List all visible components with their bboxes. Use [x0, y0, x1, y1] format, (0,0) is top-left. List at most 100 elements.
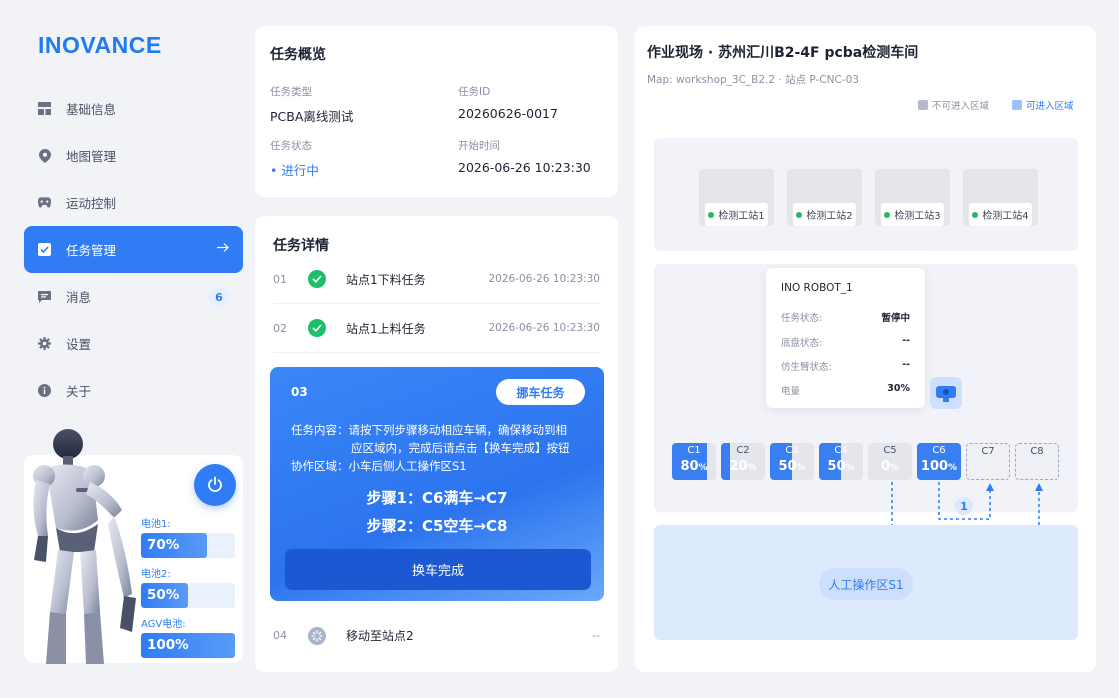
battery-value: 50%	[147, 587, 180, 603]
task-content-line: 任务内容：请按下列步骤移动相应车辆，确保移动到相	[291, 423, 567, 437]
unread-badge: 6	[209, 287, 229, 307]
active-step-card: 03 挪车任务 任务内容：请按下列步骤移动相应车辆，确保移动到相 应区域内，完成…	[270, 367, 604, 601]
cart-slot-c7[interactable]: C7	[966, 443, 1010, 480]
task-start-value: 2026-06-26 10:23:30	[458, 160, 591, 175]
sidebar-item-settings[interactable]: 设置	[24, 320, 243, 367]
sidebar-item-messages[interactable]: 消息 6	[24, 273, 243, 320]
step-time: --	[592, 629, 600, 642]
sidebar-item-label: 消息	[66, 290, 92, 305]
sidebar-item-basic-info[interactable]: 基础信息	[24, 85, 243, 132]
cart-slot-c4[interactable]: C4 50%	[819, 443, 863, 480]
location-pin-icon	[38, 148, 51, 163]
battery-1: 电池1: 70%	[141, 515, 235, 558]
sidebar-nav: 基础信息 地图管理 运动控制 任务管理 消息 6 设置 关于	[24, 85, 243, 414]
slot-percent: 50%	[778, 459, 806, 474]
step-number: 02	[273, 321, 287, 335]
sidebar-item-about[interactable]: 关于	[24, 367, 243, 414]
info-icon	[38, 384, 51, 397]
task-type: 任务类型 PCBA离线测试	[270, 84, 353, 125]
task-id: 任务ID 20260626-0017	[458, 84, 558, 121]
slot-name: C1	[687, 445, 701, 456]
battery-agv: AGV电池: 100%	[141, 615, 235, 658]
swap-complete-button[interactable]: 换车完成	[285, 549, 591, 590]
move-car-task-tag[interactable]: 挪车任务	[496, 379, 585, 405]
slot-name: C3	[785, 445, 799, 456]
task-status-value: • 进行中	[270, 163, 319, 178]
task-start-label: 开始时间	[458, 140, 500, 152]
slot-name: C6	[932, 445, 946, 456]
power-button[interactable]	[194, 464, 236, 506]
slot-percent: 100%	[920, 459, 958, 474]
cart-slot-c1[interactable]: C1 80%	[672, 443, 716, 480]
cart-slot-c8[interactable]: C8	[1015, 443, 1059, 480]
cart-slot-c6[interactable]: C6 100%	[917, 443, 961, 480]
workshop-map-card: 作业现场 · 苏州汇川B2-4F pcba检测车间 Map: workshop_…	[635, 26, 1096, 672]
power-icon	[208, 476, 222, 492]
task-type-value: PCBA离线测试	[270, 109, 354, 124]
slot-percent: 50%	[827, 459, 855, 474]
slot-name: C4	[834, 445, 848, 456]
step-time: 2026-06-26 10:23:30	[488, 322, 600, 334]
cart-slot-c3[interactable]: C3 50%	[770, 443, 814, 480]
cart-slot-c5[interactable]: C5 0%	[868, 443, 912, 480]
slot-name: C5	[883, 445, 897, 456]
battery-bar: 50%	[141, 583, 235, 608]
battery-value: 100%	[147, 637, 189, 653]
gear-icon	[38, 337, 51, 350]
battery-label: 电池2:	[141, 569, 171, 580]
task-step-row[interactable]: 04 移动至站点2 --	[273, 611, 600, 660]
manual-area-label[interactable]: 人工操作区S1	[819, 568, 913, 600]
sidebar-item-label: 运动控制	[66, 196, 117, 211]
battery-2: 电池2: 50%	[141, 565, 235, 608]
step-name: 站点1上料任务	[346, 321, 426, 336]
task-detail-title: 任务详情	[273, 238, 329, 254]
slot-percent: 20%	[729, 459, 757, 474]
sidebar-item-map[interactable]: 地图管理	[24, 132, 243, 179]
step-name: 移动至站点2	[346, 629, 414, 643]
task-step-row[interactable]: 02 站点1上料任务 2026-06-26 10:23:30	[273, 304, 600, 353]
sidebar-item-label: 设置	[66, 337, 92, 352]
task-id-value: 20260626-0017	[458, 106, 558, 121]
task-content-line: 应区域内，完成后请点击【换车完成】按钮	[351, 441, 570, 455]
check-circle-icon	[308, 270, 326, 288]
task-id-label: 任务ID	[458, 86, 491, 98]
slot-name: C8	[1030, 446, 1044, 457]
step-instruction-1: 步骤1：C6满车→C7	[366, 489, 508, 507]
battery-label: AGV电池:	[141, 619, 186, 630]
collab-area: 协作区域：小车后侧人工操作区S1	[291, 459, 467, 473]
message-icon	[38, 290, 51, 303]
grid-icon	[38, 102, 51, 115]
sidebar-item-label: 关于	[66, 384, 92, 399]
battery-bar: 70%	[141, 533, 235, 558]
task-start-time: 开始时间 2026-06-26 10:23:30	[458, 138, 591, 175]
slot-name: C7	[981, 446, 995, 457]
cart-slot-c2[interactable]: C2 20%	[721, 443, 765, 480]
step-number: 04	[273, 629, 287, 642]
active-step-description: 任务内容：请按下列步骤移动相应车辆，确保移动到相 应区域内，完成后请点击【换车完…	[291, 421, 591, 475]
step-time: 2026-06-26 10:23:30	[488, 273, 600, 285]
brand-logo: INOVANCE	[38, 32, 162, 58]
step-number: 01	[273, 272, 287, 286]
step-instruction-2: 步骤2：C5空车→C8	[366, 517, 508, 535]
slot-name: C2	[736, 445, 750, 456]
task-type-label: 任务类型	[270, 86, 312, 98]
task-status: 任务状态 • 进行中	[270, 138, 319, 179]
sidebar-item-motion[interactable]: 运动控制	[24, 179, 243, 226]
task-detail-card: 任务详情 01 站点1下料任务 2026-06-26 10:23:30 02 站…	[255, 216, 618, 672]
task-step-row[interactable]: 01 站点1下料任务 2026-06-26 10:23:30	[273, 255, 600, 304]
sidebar-item-label: 地图管理	[66, 149, 117, 164]
check-circle-icon	[308, 319, 326, 337]
task-overview-card: 任务概览 任务类型 PCBA离线测试 任务ID 20260626-0017 任务…	[255, 26, 618, 197]
sidebar-item-task-management[interactable]: 任务管理	[24, 226, 243, 273]
slot-percent: 80%	[680, 459, 708, 474]
gamepad-icon	[38, 196, 51, 209]
battery-label: 电池1:	[141, 519, 171, 530]
slot-percent: 0%	[880, 459, 900, 474]
task-check-icon	[38, 243, 51, 256]
battery-value: 70%	[147, 537, 180, 553]
loading-spinner-icon	[308, 626, 326, 645]
task-overview-title: 任务概览	[270, 47, 326, 63]
sidebar-item-label: 基础信息	[66, 102, 117, 117]
battery-bar: 100%	[141, 633, 235, 658]
step-name: 站点1下料任务	[346, 272, 426, 287]
